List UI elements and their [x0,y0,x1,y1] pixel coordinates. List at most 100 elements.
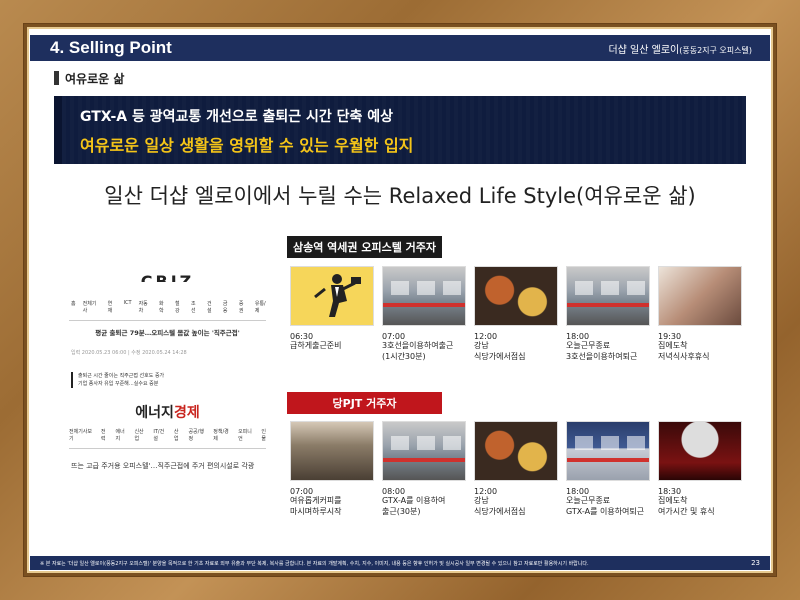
news-headline-1: 평균 출퇴근 79분…오피스텔 몸값 높이는 '직주근접' [95,329,240,337]
footer-bar: ※ 본 자료는 '더샵 일산 엘로이(풍동2지구 오피스텔)' 분양을 목적으로… [30,556,770,570]
subway-train-photo [382,266,466,326]
news-nav-item: 유통/제 [254,301,266,314]
news-nav-item: 자동차 [138,301,148,314]
project-name-sub: (풍동2지구 오피스텔) [679,45,752,55]
schedule-row-samsong: 06:30 급하게출근준비 07:00 3호선을이용하여출근 (1시간30분) 12:00… [290,266,750,363]
divider [69,448,266,449]
news-quote-line-1: 출퇴근 시간 줄이는 직주근접 선호도 증가 [78,373,165,379]
schedule-desc: 강남 [474,496,489,505]
news-nav-2: 전체기사보기 전력 에너지 신산업 IT/건설 산업 공공/행정 정책/경제 오피니언 인물 [65,428,270,442]
news-quote-line-2: 기업 종사자 유입 꾸준해…실수요 증분 [78,381,159,387]
schedule-item: 18:30 집에도착 여가시간 및 휴식 [658,421,742,518]
news-nav-item: 산업 [173,429,179,442]
news-nav-item: 철강 [175,301,180,314]
project-name: 더샵 일산 엘로이(풍동2지구 오피스텔) [608,41,752,56]
news-nav-item: 홈 [71,301,76,307]
window-coffee-photo [290,421,374,481]
schedule-desc: 집에도착 [658,496,688,505]
schedule-item: 07:00 3호선을이용하여출근 (1시간30분) [382,266,466,363]
news-nav-item: 공공/행정 [188,429,204,442]
group-tag-samsong: 삼송역 역세권 오피스텔 거주자 [287,236,442,258]
section-marker [54,71,59,85]
logo2-part-b: 경제 [173,405,200,421]
highlight-banner: GTX-A 등 광역교통 개선으로 출퇴근 시간 단축 예상 여유로운 일상 생… [54,96,746,164]
news-nav-item: 전체기사 [82,301,97,314]
schedule-desc: 저녁식사후휴식 [658,351,710,361]
tired-woman-photo [658,266,742,326]
main-headline: 일산 더샵 엘로이에서 누릴 수는 Relaxed Life Style(여유로… [104,184,696,208]
man-running-photo [290,266,374,326]
schedule-item: 12:00 강남 식당가에서점심 [474,266,558,363]
schedule-time: 12:00 [474,487,498,496]
schedule-desc: 3호선을이용하여출근 [382,341,454,350]
schedule-time: 18:00 [566,487,590,496]
news-headline-2: 뜨는 고급 주거용 오피스텔'…직주근접에 주거 편의시설로 각광 [71,462,255,470]
schedule-time: 06:30 [290,332,314,341]
news-nav-item: 화학 [159,301,164,314]
schedule-item: 19:30 집에도착 저녁식사후휴식 [658,266,742,363]
project-name-main: 더샵 일산 엘로이 [608,44,680,56]
schedule-time: 18:30 [658,487,682,496]
schedule-item: 18:00 오늘근무종료 GTX-A를 이용하여퇴근 [566,421,650,518]
news-nav-item: 건설 [206,301,212,314]
schedule-time: 19:30 [658,332,682,341]
slide-title: 4. Selling Point [50,38,172,57]
schedule-desc: GTX-A를 이용하여 [382,496,446,505]
schedule-item: 06:30 급하게출근준비 [290,266,374,363]
news-nav-item: 인물 [261,429,266,442]
banner-line-1: GTX-A 등 광역교통 개선으로 출퇴근 시간 단축 예상 [80,109,394,125]
news-nav-item: 연재 [107,301,113,314]
schedule-desc: 여유롭게커피를 [290,496,342,505]
news-nav-item: 금융 [222,301,228,314]
news-clipping: CBIZ 홈 전체기사 연재 ICT 자동차 화학 철강 조선 건설 금융 증권 유통/제 평균 출퇴… [65,262,270,492]
schedule-item: 07:00 여유롭게커피를 마시며하루시작 [290,421,374,518]
schedule-time: 18:00 [566,332,590,341]
news-nav-item: IT/건설 [153,429,165,442]
subway-train-photo [566,266,650,326]
news-nav-item: ICT [123,300,132,306]
schedule-desc: 급하게출근준비 [290,341,342,350]
news-nav-item: 오피니언 [238,429,252,442]
news-nav-item: 전력 [100,429,106,442]
section-heading: 여유로운 삶 [54,70,124,86]
schedule-desc: 집에도착 [658,341,688,350]
schedule-desc: 식당가에서점심 [474,506,526,516]
gtx-train-photo [566,421,650,481]
energy-economy-logo: 에너지경제 [65,402,270,422]
schedule-desc: 출근(30분) [382,506,421,516]
title-bar: 4. Selling Point 더샵 일산 엘로이(풍동2지구 오피스텔) [30,35,770,61]
schedule-desc: 강남 [474,341,489,350]
schedule-row-pjt: 07:00 여유롭게커피를 마시며하루시작 08:00 GTX-A를 이용하여 출근(30… [290,421,750,518]
schedule-desc: 식당가에서점심 [474,351,526,361]
news-nav-item: 전체기사보기 [69,429,93,442]
news-meta: 입력 2020.05.23 06:00 | 수정 2020.05.24 14:2… [71,350,187,356]
logo2-part-a: 에너지 [135,405,174,421]
news-nav-item: 조선 [190,301,196,314]
schedule-time: 12:00 [474,332,498,341]
cbiz-logo: CBIZ [140,272,195,282]
schedule-desc: 3호선을이용하여퇴근 [566,351,638,361]
schedule-item: 12:00 강남 식당가에서점심 [474,421,558,518]
schedule-item: 18:00 오늘근무종료 3호선을이용하여퇴근 [566,266,650,363]
food-table-photo [474,266,558,326]
news-nav-item: 에너지 [115,429,125,442]
slide: 4. Selling Point 더샵 일산 엘로이(풍동2지구 오피스텔) 여… [30,30,770,570]
schedule-desc: GTX-A를 이용하여퇴근 [566,506,645,516]
cinema-photo [658,421,742,481]
schedule-desc: 마시며하루시작 [290,506,342,516]
schedule-time: 07:00 [382,332,406,341]
schedule-time: 08:00 [382,487,406,496]
schedule-item: 08:00 GTX-A를 이용하여 출근(30분) [382,421,466,518]
subway-train-photo [382,421,466,481]
footer-disclaimer: ※ 본 자료는 '더샵 일산 엘로이(풍동2지구 오피스텔)' 분양을 목적으로… [40,560,589,567]
schedule-desc: 여가시간 및 휴식 [658,506,715,516]
schedule-desc: (1시간30분) [382,351,426,361]
banner-line-2: 여유로운 일상 생활을 영위할 수 있는 우월한 입지 [80,136,414,155]
schedule-desc: 오늘근무종료 [566,496,611,505]
news-nav-item: 신산업 [134,429,144,442]
food-table-photo [474,421,558,481]
news-quote: 출퇴근 시간 줄이는 직주근접 선호도 증가 기업 종사자 유입 꾸준해…실수요… [71,372,270,388]
schedule-desc: 오늘근무종료 [566,341,611,350]
page-number: 23 [751,559,760,567]
news-nav-item: 정책/경제 [213,429,229,442]
